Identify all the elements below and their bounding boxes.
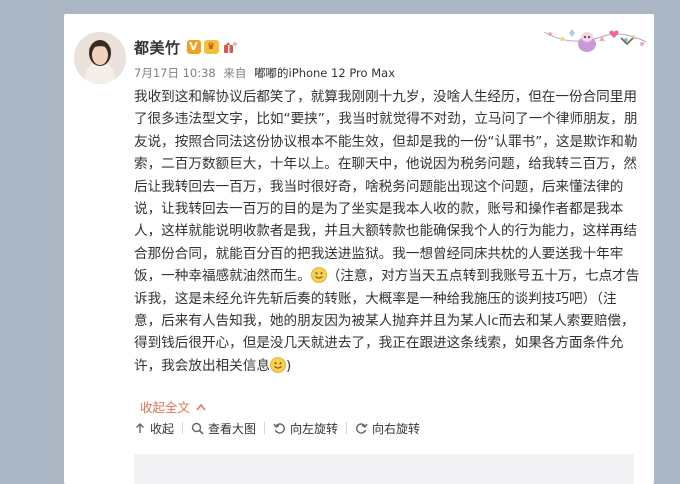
view-large-image-label: 查看大图: [208, 421, 257, 436]
smile-emoji-icon: [310, 267, 327, 284]
post-content: 我收到这和解协议后都笑了，就算我刚刚十九岁，没啥人生经历，但在一份合同里用了很多…: [134, 86, 640, 377]
media-action-bar: 收起 查看大图 向左旋转 向右旋转: [134, 418, 634, 438]
author-name[interactable]: 都美竹: [134, 37, 181, 58]
collapse-full-text[interactable]: 收起全文: [140, 397, 206, 416]
gift-badge-icon[interactable]: [222, 40, 238, 54]
rotate-right-button[interactable]: 向右旋转: [355, 420, 420, 437]
weibo-post-card: 都美竹 V ♛ 7月17日 10:38 来自 嘟嘟的iPhone 12 Pro …: [64, 14, 654, 484]
action-divider: [264, 422, 266, 434]
view-large-image-button[interactable]: 查看大图: [191, 420, 256, 437]
crown-badge-icon[interactable]: ♛: [203, 40, 219, 54]
post-meta: 7月17日 10:38 来自 嘟嘟的iPhone 12 Pro Max: [134, 65, 395, 81]
action-divider: [182, 422, 184, 434]
comment-area[interactable]: [134, 454, 634, 484]
rotate-right-icon: [356, 422, 368, 434]
post-paragraph-3: ): [285, 357, 292, 374]
author-name-row: 都美竹 V ♛: [134, 37, 238, 57]
collapse-full-text-label[interactable]: 收起全文: [140, 397, 190, 416]
chevron-up-icon: [196, 403, 206, 410]
rotate-left-button[interactable]: 向左旋转: [273, 420, 338, 437]
collapse-arrow-icon: [136, 423, 144, 433]
source-prefix: 来自: [223, 66, 247, 80]
author-avatar[interactable]: [74, 32, 126, 84]
rotate-right-label: 向右旋转: [372, 421, 421, 436]
smile-emoji-icon: [270, 356, 286, 373]
card-decoration-image: [542, 22, 652, 64]
collapse-button-label: 收起: [150, 421, 175, 436]
rotate-left-icon: [273, 422, 285, 434]
rotate-left-label: 向左旋转: [290, 421, 339, 436]
chevron-down-icon[interactable]: [620, 36, 634, 46]
magnifier-icon: [191, 422, 204, 435]
action-divider: [346, 422, 348, 434]
post-device: 嘟嘟的iPhone 12 Pro Max: [254, 66, 395, 80]
post-paragraph-1: 我收到这和解协议后都笑了，就算我刚刚十九岁，没啥人生经历，但在一份合同里用了很多…: [134, 89, 638, 285]
post-date[interactable]: 7月17日 10:38: [134, 66, 216, 80]
verified-v-badge[interactable]: V: [186, 40, 201, 54]
collapse-button[interactable]: 收起: [134, 420, 174, 437]
